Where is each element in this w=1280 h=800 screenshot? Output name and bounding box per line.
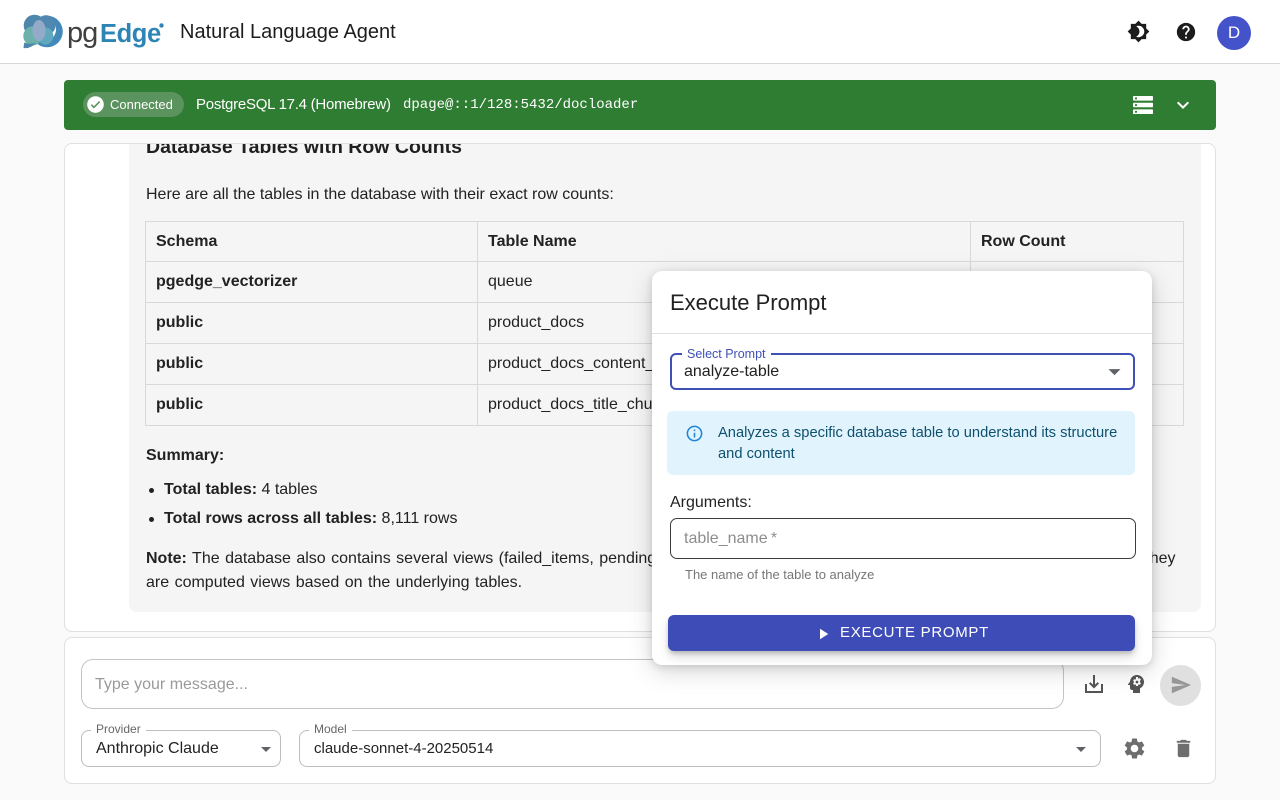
svg-text:Edge: Edge xyxy=(100,20,161,48)
svg-text:pg: pg xyxy=(67,17,97,49)
